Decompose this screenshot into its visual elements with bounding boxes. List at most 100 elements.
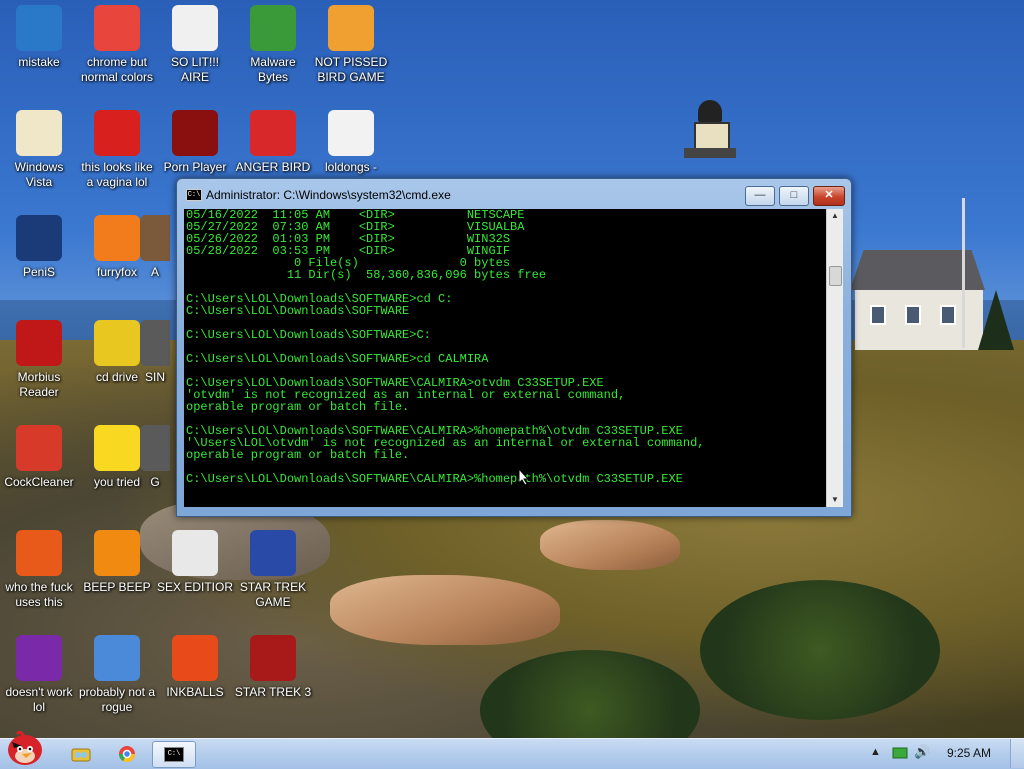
maximize-button[interactable]: □ bbox=[779, 186, 809, 206]
document-icon bbox=[328, 110, 374, 156]
desktop-icon-label: doesn't work lol bbox=[5, 685, 73, 714]
desktop-icon[interactable]: mistake bbox=[0, 5, 78, 70]
desktop-icon-label: Malware Bytes bbox=[250, 55, 296, 84]
desktop-icon-label: SO LIT!!! AIRE bbox=[170, 55, 219, 84]
desktop-icon[interactable]: ANGER BIRD bbox=[234, 110, 312, 175]
start-button[interactable] bbox=[2, 728, 48, 768]
partial-icon bbox=[140, 425, 170, 471]
desktop-icon[interactable]: NOT PISSED BIRD GAME bbox=[312, 5, 390, 85]
taskbar-explorer-button[interactable] bbox=[60, 741, 102, 766]
mouse-cursor-icon bbox=[518, 468, 530, 486]
desktop-icon-label: STAR TREK 3 bbox=[234, 685, 312, 699]
scroll-thumb[interactable] bbox=[829, 266, 842, 286]
photoshop-icon bbox=[16, 215, 62, 261]
explorer-icon bbox=[71, 748, 91, 761]
chrome-icon bbox=[94, 5, 140, 51]
desktop-icon[interactable]: PeniS bbox=[0, 215, 78, 280]
hxd-icon bbox=[172, 530, 218, 576]
desktop-icon-label: mistake bbox=[18, 55, 60, 69]
desktop-icon[interactable]: Morbius Reader bbox=[0, 320, 78, 400]
desktop-icon-label: G bbox=[150, 475, 160, 489]
console-line: C:\Users\LOL\Downloads\SOFTWARE>C: bbox=[186, 328, 431, 342]
partial-icon bbox=[140, 215, 170, 261]
desktop-icon-label: Morbius Reader bbox=[17, 370, 61, 399]
pdf-icon bbox=[16, 320, 62, 366]
desktop-icon[interactable]: STAR TREK 3 bbox=[234, 635, 312, 700]
desktop-icon[interactable]: BEEP BEEP bbox=[78, 530, 156, 595]
wallpaper-rock bbox=[540, 520, 680, 570]
shield-icon bbox=[250, 5, 296, 51]
desktop-icon[interactable]: Porn Player bbox=[156, 110, 234, 175]
desktop-icon[interactable]: chrome but normal colors bbox=[78, 5, 156, 85]
desktop-icon[interactable]: A bbox=[140, 215, 170, 280]
desktop-icon-label: SEX EDITIOR bbox=[156, 580, 233, 594]
cmd-window[interactable]: C:\ Administrator: C:\Windows\system32\c… bbox=[176, 178, 852, 517]
console-line: 11 Dir(s) 58,360,836,096 bytes free bbox=[186, 268, 547, 282]
desktop-icon[interactable]: G bbox=[140, 425, 170, 490]
lightning-icon bbox=[16, 530, 62, 576]
volume-icon[interactable]: 🔊 bbox=[914, 744, 930, 760]
minimize-button[interactable]: — bbox=[745, 186, 775, 206]
show-hidden-icons-button[interactable]: ▲ bbox=[870, 746, 881, 758]
desktop-icon[interactable]: SIN bbox=[140, 320, 170, 385]
taskbar-cmd-button[interactable]: C:\ bbox=[152, 741, 196, 768]
desktop-icon[interactable]: INKBALLS bbox=[156, 635, 234, 700]
clock[interactable]: 9:25 AM bbox=[947, 746, 991, 760]
desktop-icon-label: PeniS bbox=[22, 265, 56, 279]
vertical-scrollbar[interactable]: ▲ ▼ bbox=[826, 209, 843, 507]
cmd-icon: C:\ bbox=[164, 747, 184, 762]
desktop-icon-label: loldongs - bbox=[324, 160, 378, 174]
partial-icon bbox=[140, 320, 170, 366]
console-output[interactable]: 05/16/2022 11:05 AM <DIR> NETSCAPE 05/27/… bbox=[184, 209, 826, 507]
desktop-icon-label: A bbox=[150, 265, 159, 279]
desktop-icon-label: SIN bbox=[144, 370, 165, 384]
wallpaper-bush bbox=[700, 580, 940, 720]
yahoo-icon bbox=[16, 635, 62, 681]
desktop-icon-label: BEEP BEEP bbox=[83, 580, 151, 594]
console-line: C:\Users\LOL\Downloads\SOFTWARE>cd CALMI… bbox=[186, 352, 489, 366]
network-icon[interactable] bbox=[892, 746, 908, 760]
taskbar-chrome-button[interactable] bbox=[106, 741, 148, 766]
desktop-icon[interactable]: this looks like a vagina lol bbox=[78, 110, 156, 190]
wallpaper-lighthouse bbox=[680, 100, 740, 190]
green-pig-icon bbox=[328, 5, 374, 51]
desktop-icon[interactable]: who the fuck uses this bbox=[0, 530, 78, 610]
desktop-icon-label: INKBALLS bbox=[166, 685, 224, 699]
show-desktop-button[interactable] bbox=[1010, 739, 1024, 768]
scroll-up-arrow-icon[interactable]: ▲ bbox=[827, 209, 843, 223]
console-line: C:\Users\LOL\Downloads\SOFTWARE\CALMIRA>… bbox=[186, 472, 683, 486]
monitor-icon bbox=[16, 5, 62, 51]
scroll-down-arrow-icon[interactable]: ▼ bbox=[827, 493, 843, 507]
desktop-icon[interactable]: doesn't work lol bbox=[0, 635, 78, 715]
desktop-icon[interactable]: SEX EDITIOR bbox=[156, 530, 234, 595]
star-trek-game-icon bbox=[250, 530, 296, 576]
desktop-icon-label: Porn Player bbox=[163, 160, 227, 174]
egg-icon bbox=[16, 110, 62, 156]
desktop-icon[interactable]: SO LIT!!! AIRE bbox=[156, 5, 234, 85]
chrome-icon bbox=[118, 745, 136, 762]
desktop-icon[interactable]: loldongs - bbox=[312, 110, 390, 175]
desktop-icon[interactable]: probably not a rogue bbox=[78, 635, 156, 715]
wallpaper-rock bbox=[330, 575, 560, 645]
opera-icon bbox=[94, 110, 140, 156]
desktop-icon-label: Windows Vista bbox=[14, 160, 64, 189]
vlc-icon bbox=[94, 530, 140, 576]
firefox-icon bbox=[94, 215, 140, 261]
desktop-icon-label: probably not a rogue bbox=[78, 685, 156, 714]
desktop-icon[interactable]: CockCleaner bbox=[0, 425, 78, 490]
desktop-icon-label: chrome but normal colors bbox=[80, 55, 154, 84]
desktop-icon-label: this looks like a vagina lol bbox=[81, 160, 153, 189]
wallpaper-pole bbox=[962, 198, 965, 348]
gear-monitor-icon bbox=[94, 635, 140, 681]
inkball-icon bbox=[172, 635, 218, 681]
window-title: Administrator: C:\Windows\system32\cmd.e… bbox=[206, 188, 451, 202]
desktop-icon-label: ANGER BIRD bbox=[235, 160, 311, 174]
cmd-titlebar[interactable]: C:\ Administrator: C:\Windows\system32\c… bbox=[177, 179, 851, 209]
desktop-icon[interactable]: Windows Vista bbox=[0, 110, 78, 190]
cards-icon bbox=[172, 5, 218, 51]
close-button[interactable]: ✕ bbox=[813, 186, 845, 206]
desktop-icon[interactable]: STAR TREK GAME bbox=[234, 530, 312, 610]
desktop-icon[interactable]: Malware Bytes bbox=[234, 5, 312, 85]
desktop-icon-label: who the fuck uses this bbox=[5, 580, 73, 609]
desktop-icon-label: CockCleaner bbox=[4, 475, 74, 489]
